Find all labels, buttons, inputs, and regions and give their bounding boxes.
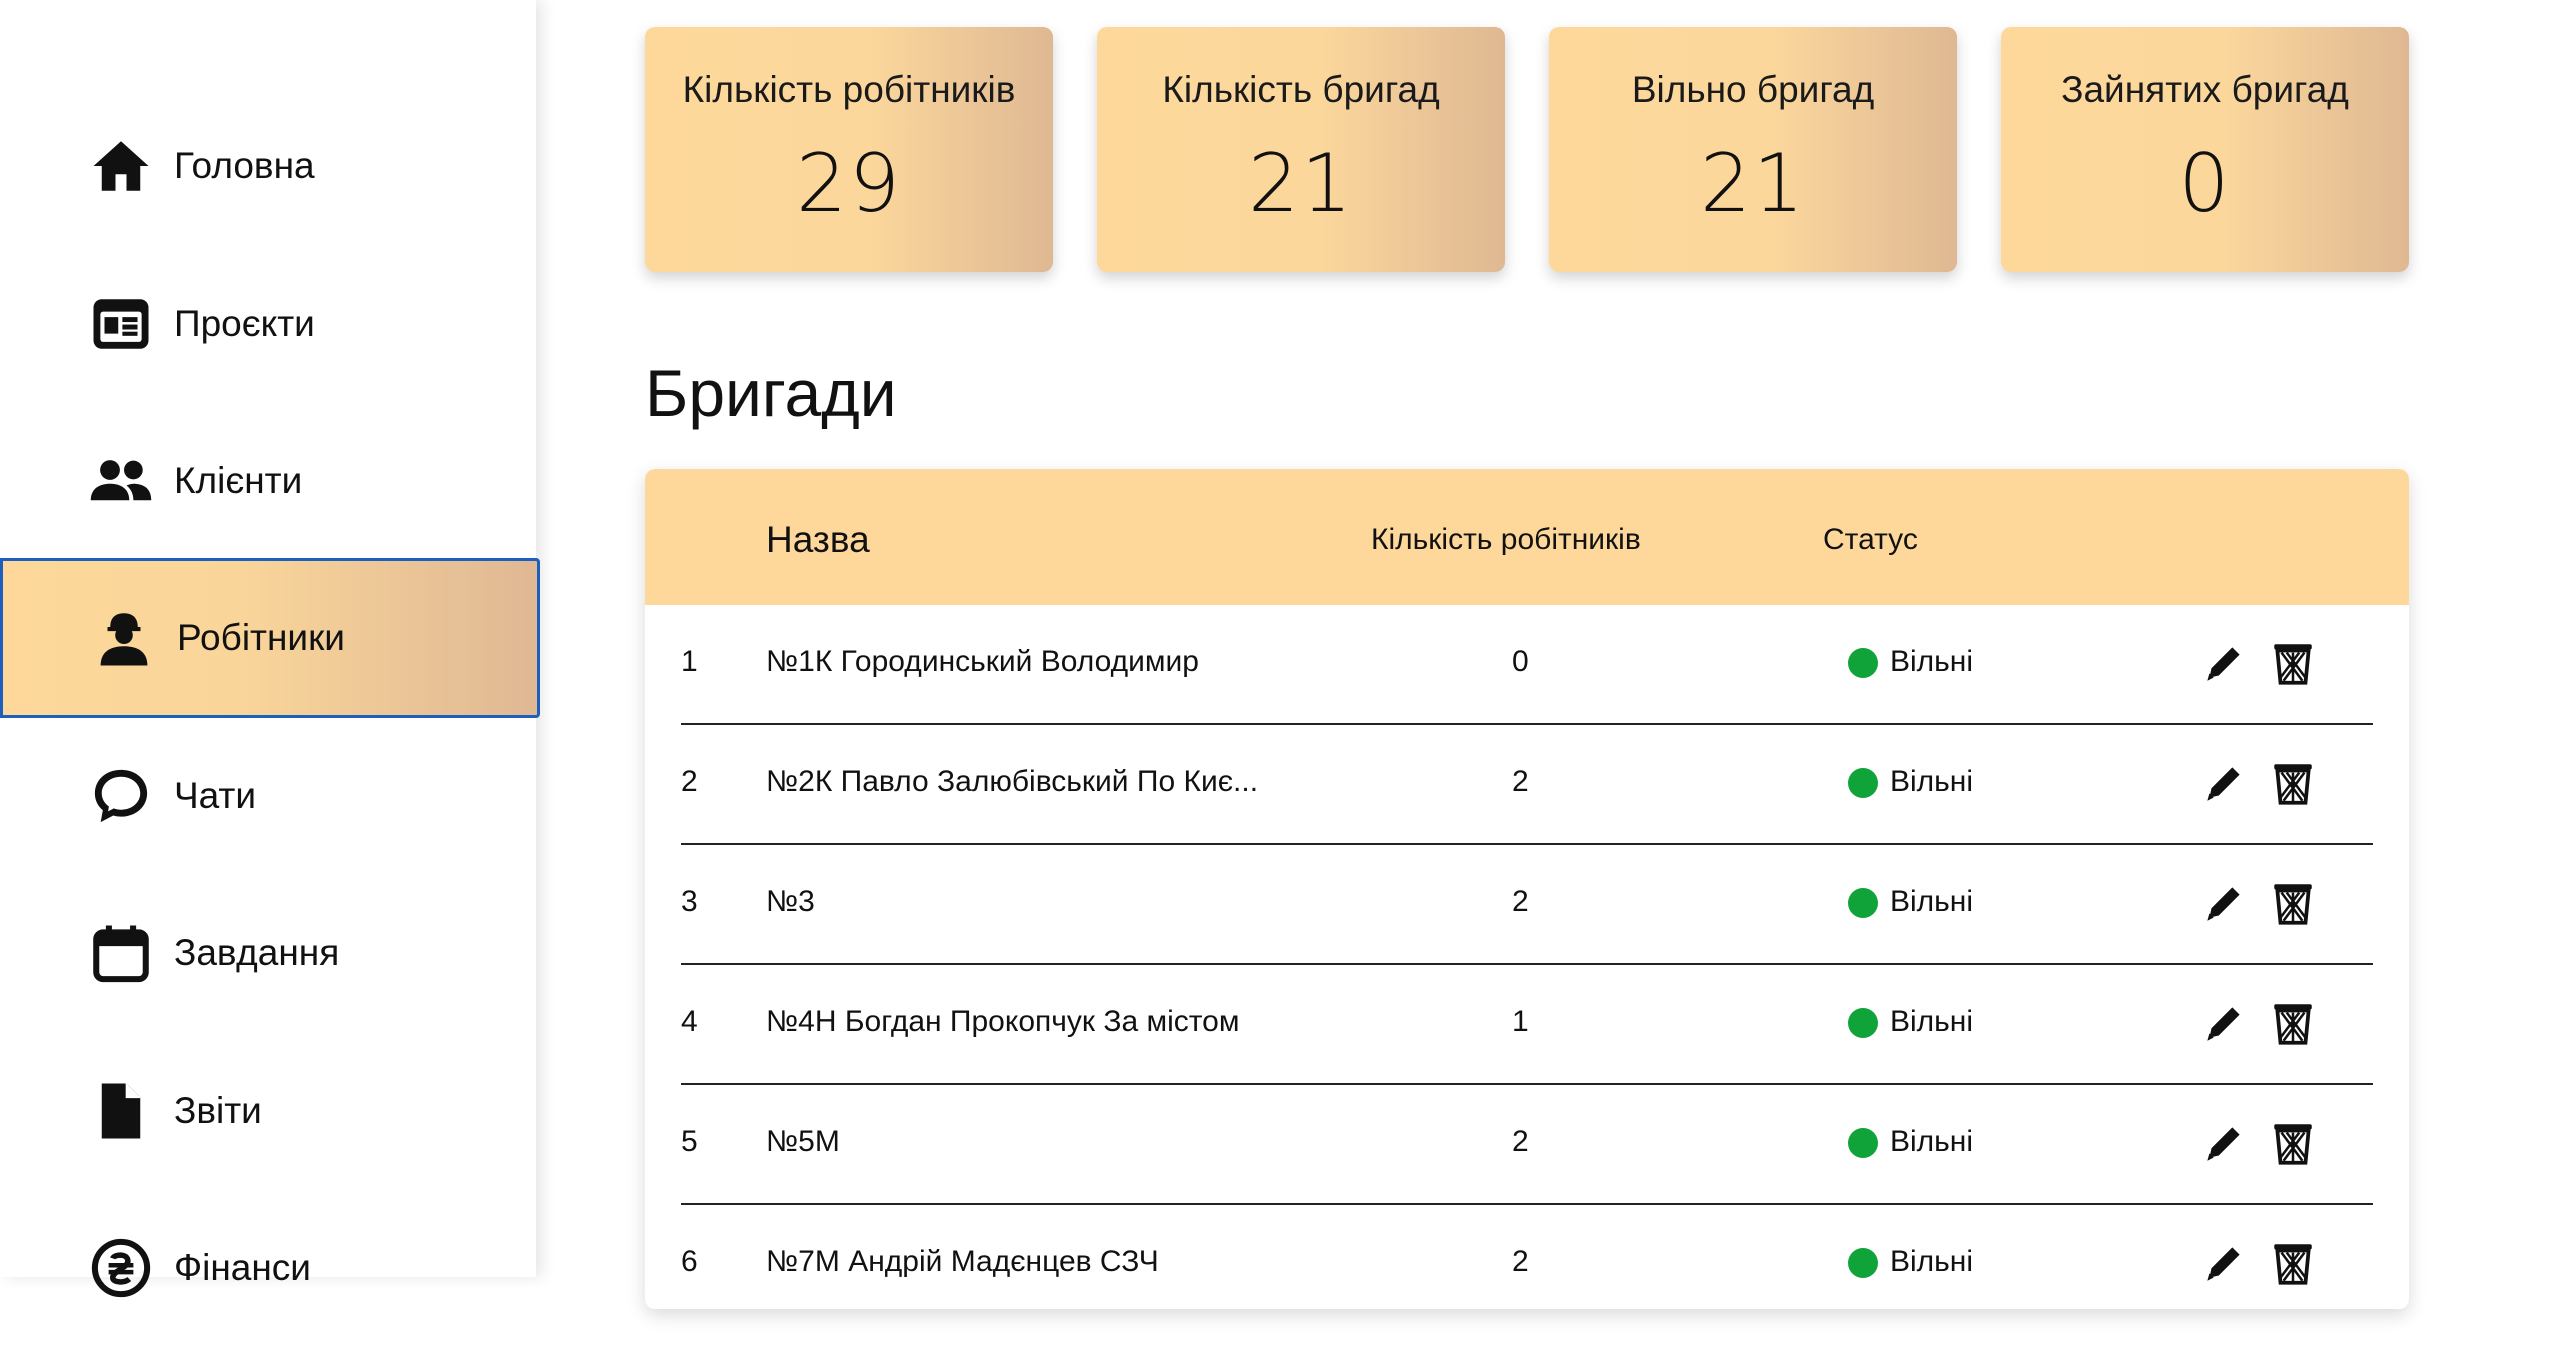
status-dot: [1848, 888, 1878, 918]
brigade-name: №4Н Богдан Прокопчук За містом: [766, 1005, 1240, 1038]
sidebar-item-reports[interactable]: Звіти: [0, 1031, 536, 1191]
calendar-icon: [86, 918, 156, 988]
table-row: 1 №1К Городинський Володимир 0 Вільні: [681, 605, 2373, 725]
home-icon: [86, 131, 156, 201]
pencil-icon[interactable]: [2199, 757, 2249, 809]
sidebar-item-label: Клієнти: [174, 460, 303, 501]
workers-count: 2: [1512, 885, 1529, 918]
workers-count: 1: [1512, 1005, 1529, 1038]
sidebar-item-label: Робітники: [177, 617, 345, 658]
stat-card-brigades: Кількість бригад 21: [1097, 27, 1505, 272]
status-dot: [1848, 1248, 1878, 1278]
workers-count: 2: [1512, 765, 1529, 798]
worker-icon: [89, 603, 159, 673]
pencil-icon[interactable]: [2199, 1117, 2249, 1169]
stat-card-free-brigades: Вільно бригад 21: [1549, 27, 1957, 272]
stat-label: Зайнятих бригад: [2061, 69, 2349, 110]
row-number: 3: [681, 885, 698, 918]
pencil-icon[interactable]: [2199, 637, 2249, 689]
table-header: Назва Кількість робітників Статус: [645, 469, 2409, 605]
trash-icon[interactable]: [2268, 1117, 2318, 1169]
status-text: Вільні: [1890, 1125, 1974, 1158]
sidebar-item-label: Звіти: [174, 1090, 262, 1131]
sidebar-item-label: Головна: [174, 145, 315, 186]
workers-count: 0: [1512, 645, 1529, 678]
brigade-name: №3: [766, 885, 815, 918]
column-header-status: Статус: [1823, 523, 1918, 556]
status-text: Вільні: [1890, 1245, 1974, 1278]
stat-label: Вільно бригад: [1631, 69, 1875, 110]
sidebar-item-chats[interactable]: Чати: [0, 716, 536, 876]
pencil-icon[interactable]: [2199, 1237, 2249, 1289]
status-dot: [1848, 1128, 1878, 1158]
row-number: 4: [681, 1005, 698, 1038]
table-row: 3 №3 2 Вільні: [681, 845, 2373, 965]
brigade-name: №1К Городинський Володимир: [766, 645, 1199, 678]
stat-value: 29: [796, 137, 902, 230]
column-header-name: Назва: [766, 519, 870, 560]
row-number: 5: [681, 1125, 698, 1158]
stat-card-busy-brigades: Зайнятих бригад 0: [2001, 27, 2409, 272]
row-number: 1: [681, 645, 698, 678]
trash-icon[interactable]: [2268, 637, 2318, 689]
sidebar-item-finance[interactable]: Фінанси: [0, 1188, 536, 1348]
status-dot: [1848, 768, 1878, 798]
workers-count: 2: [1512, 1125, 1529, 1158]
sidebar-item-workers[interactable]: Робітники: [0, 558, 540, 718]
sidebar: Головна Проєкти Клієнти Робітники Чати З…: [0, 0, 540, 1298]
column-header-workers: Кількість робітників: [1371, 523, 1641, 556]
sidebar-item-label: Завдання: [174, 932, 340, 973]
sidebar-item-clients[interactable]: Клієнти: [0, 401, 536, 561]
stat-value: 21: [1700, 137, 1806, 230]
brigade-name: №5М: [766, 1125, 840, 1158]
newspaper-icon: [86, 289, 156, 359]
sidebar-item-projects[interactable]: Проєкти: [0, 244, 536, 404]
status-text: Вільні: [1890, 645, 1974, 678]
sidebar-item-home[interactable]: Головна: [0, 86, 536, 246]
sidebar-item-label: Чати: [174, 775, 257, 816]
stat-label: Кількість робітників: [682, 69, 1016, 110]
file-icon: [86, 1076, 156, 1146]
chat-icon: [86, 761, 156, 831]
status-text: Вільні: [1890, 1005, 1974, 1038]
status-text: Вільні: [1890, 885, 1974, 918]
status-text: Вільні: [1890, 765, 1974, 798]
trash-icon[interactable]: [2268, 877, 2318, 929]
status-dot: [1848, 1008, 1878, 1038]
pencil-icon[interactable]: [2199, 997, 2249, 1049]
sidebar-item-tasks[interactable]: Завдання: [0, 873, 536, 1033]
row-number: 2: [681, 765, 698, 798]
trash-icon[interactable]: [2268, 1237, 2318, 1289]
brigades-table: Назва Кількість робітників Статус 1 №1К …: [645, 469, 2409, 1309]
status-dot: [1848, 648, 1878, 678]
table-row: 6 №7М Андрій Мадєнцев СЗЧ 2 Вільні: [681, 1205, 2373, 1309]
stat-label: Кількість бригад: [1162, 69, 1440, 110]
table-row: 4 №4Н Богдан Прокопчук За містом 1 Вільн…: [681, 965, 2373, 1085]
row-number: 6: [681, 1245, 698, 1278]
sidebar-item-label: Фінанси: [174, 1247, 311, 1288]
brigade-name: №7М Андрій Мадєнцев СЗЧ: [766, 1245, 1159, 1278]
stat-card-workers: Кількість робітників 29: [645, 27, 1053, 272]
brigade-name: №2К Павло Залюбівський По Киє...: [766, 765, 1259, 798]
trash-icon[interactable]: [2268, 997, 2318, 1049]
table-row: 5 №5М 2 Вільні: [681, 1085, 2373, 1205]
table-row: 2 №2К Павло Залюбівський По Киє... 2 Віл…: [681, 725, 2373, 845]
stat-value: 21: [1248, 137, 1354, 230]
section-title: Бригади: [645, 356, 897, 430]
hryvnia-icon: [86, 1233, 156, 1303]
pencil-icon[interactable]: [2199, 877, 2249, 929]
stat-value: 0: [2178, 137, 2232, 230]
sidebar-item-label: Проєкти: [174, 303, 315, 344]
trash-icon[interactable]: [2268, 757, 2318, 809]
users-icon: [86, 446, 156, 516]
workers-count: 2: [1512, 1245, 1529, 1278]
